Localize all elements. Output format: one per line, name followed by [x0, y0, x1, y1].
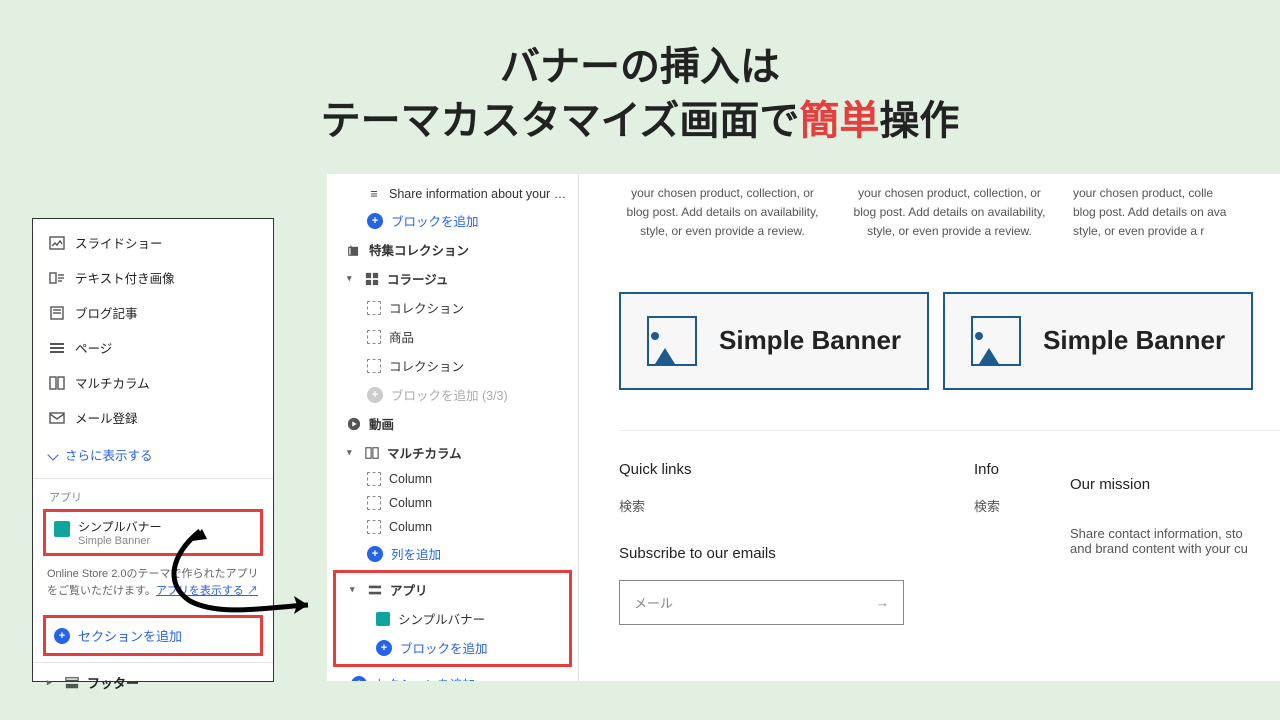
plus-icon: + — [367, 546, 383, 562]
collection-icon — [347, 243, 361, 257]
footer-section[interactable]: ▸ フッター — [33, 662, 273, 702]
tree-add-block-disabled: +ブロックを追加 (3/3) — [327, 380, 578, 409]
sidebar-item-slideshow[interactable]: スライドショー — [33, 225, 273, 260]
placeholder-icon — [367, 301, 381, 315]
panel-theme-editor: ≡ Share information about your b… + ブロック… — [327, 174, 1280, 681]
image-placeholder-icon — [647, 316, 697, 366]
page-icon — [49, 340, 65, 356]
image-text-icon — [49, 270, 65, 286]
footer-link[interactable]: 検索 — [974, 496, 1000, 515]
placeholder-icon — [367, 520, 381, 534]
footer-col-info: Info 検索 — [974, 461, 1000, 625]
preview-banner[interactable]: Simple Banner — [619, 292, 929, 390]
chevron-down-icon — [47, 449, 58, 460]
preview-banner[interactable]: Simple Banner — [943, 292, 1253, 390]
tree-app-add-block[interactable]: +ブロックを追加 — [336, 633, 569, 662]
sidebar-item-image-text[interactable]: テキスト付き画像 — [33, 260, 273, 295]
tree-column-item[interactable]: Column — [327, 515, 578, 539]
sidebar-item-email[interactable]: メール登録 — [33, 400, 273, 435]
tree-video[interactable]: 動画 — [327, 409, 578, 438]
image-icon — [49, 235, 65, 251]
theme-preview: your chosen product, collection, or blog… — [579, 174, 1280, 681]
headline: バナーの挿入は テーマカスタマイズ画面で簡単操作 — [0, 0, 1280, 168]
footer-link[interactable]: 検索 — [619, 496, 904, 515]
caret-down-icon: ▾ — [350, 584, 360, 595]
email-field[interactable]: メール → — [619, 580, 904, 625]
play-icon — [347, 417, 361, 431]
sidebar-item-multicolumn[interactable]: マルチカラム — [33, 365, 273, 400]
plus-icon: + — [54, 628, 70, 644]
placeholder-icon — [367, 496, 381, 510]
panel-section-picker: スライドショー テキスト付き画像 ブログ記事 ページ マルチカラム メール登録 … — [32, 218, 274, 682]
add-section-button[interactable]: + セクションを追加 — [43, 615, 263, 656]
sidebar-item-label: スライドショー — [75, 233, 163, 252]
tree-app-section[interactable]: ▾ アプリ — [336, 575, 569, 604]
plus-icon: + — [367, 387, 383, 403]
apps-help-link[interactable]: アプリを表示する ↗ — [156, 585, 258, 597]
tree-collage[interactable]: ▾ コラージュ — [327, 264, 578, 293]
placeholder-icon — [367, 330, 381, 344]
preview-card: your chosen product, collection, or blog… — [846, 184, 1053, 242]
tree-add-block[interactable]: + ブロックを追加 — [327, 206, 578, 235]
footer-col-quicklinks: Quick links 検索 Subscribe to our emails メ… — [619, 461, 904, 625]
preview-card: your chosen product, colle blog post. Ad… — [1073, 184, 1280, 242]
sidebar-item-label: メール登録 — [75, 408, 138, 427]
mail-icon — [49, 410, 65, 426]
app-card-simple-banner[interactable]: シンプルバナー Simple Banner — [43, 509, 263, 556]
app-section-icon — [368, 583, 382, 597]
sidebar-item-label: ページ — [75, 338, 112, 357]
caret-down-icon: ▾ — [347, 447, 357, 458]
blog-icon — [49, 305, 65, 321]
tree-featured-collection[interactable]: 特集コレクション — [327, 235, 578, 264]
tree-collection-item[interactable]: コレクション — [327, 351, 578, 380]
tree-collection-item[interactable]: コレクション — [327, 293, 578, 322]
tree-column-item[interactable]: Column — [327, 467, 578, 491]
preview-card: your chosen product, collection, or blog… — [619, 184, 826, 242]
banner-label: Simple Banner — [1043, 325, 1225, 356]
tree-add-section[interactable]: +セクションを追加 — [327, 669, 578, 681]
image-placeholder-icon — [971, 316, 1021, 366]
subscribe-block: Subscribe to our emails メール → — [619, 545, 904, 625]
app-subtitle: Simple Banner — [78, 535, 162, 547]
plus-icon: + — [351, 676, 367, 682]
sidebar-item-label: テキスト付き画像 — [75, 268, 175, 287]
sidebar-item-blog[interactable]: ブログ記事 — [33, 295, 273, 330]
banner-label: Simple Banner — [719, 325, 901, 356]
footer-col-mission: Our mission Share contact information, s… — [1070, 461, 1248, 625]
plus-icon: + — [376, 640, 392, 656]
tree-column-item[interactable]: Column — [327, 491, 578, 515]
text-icon: ≡ — [367, 187, 381, 201]
app-icon — [54, 521, 70, 537]
caret-right-icon: ▸ — [47, 677, 57, 688]
plus-icon: + — [367, 213, 383, 229]
footer-icon — [65, 676, 79, 690]
tree-app-section-highlight: ▾ アプリ シンプルバナー +ブロックを追加 — [333, 570, 572, 667]
caret-down-icon: ▾ — [347, 273, 357, 284]
sidebar-item-page[interactable]: ページ — [33, 330, 273, 365]
tree-multicolumn[interactable]: ▾ マルチカラム — [327, 438, 578, 467]
sidebar-item-label: マルチカラム — [75, 373, 150, 392]
placeholder-icon — [367, 472, 381, 486]
collage-icon — [365, 272, 379, 286]
arrow-right-icon: → — [876, 595, 889, 610]
app-name: シンプルバナー — [78, 518, 162, 535]
section-tree: ≡ Share information about your b… + ブロック… — [327, 174, 579, 681]
tree-app-simple-banner[interactable]: シンプルバナー — [336, 604, 569, 633]
tree-product-item[interactable]: 商品 — [327, 322, 578, 351]
show-more-link[interactable]: さらに表示する — [33, 435, 273, 474]
apps-help-text: Online Store 2.0のテーマで作られたアプリをご覧いただけます。アプ… — [33, 556, 273, 609]
app-icon — [376, 612, 390, 626]
apps-subheader: アプリ — [33, 483, 273, 509]
columns-icon — [365, 446, 379, 460]
tree-add-column[interactable]: +列を追加 — [327, 539, 578, 568]
placeholder-icon — [367, 359, 381, 373]
tree-item-share-info[interactable]: ≡ Share information about your b… — [327, 182, 578, 206]
sidebar-item-label: ブログ記事 — [75, 303, 138, 322]
columns-icon — [49, 375, 65, 391]
